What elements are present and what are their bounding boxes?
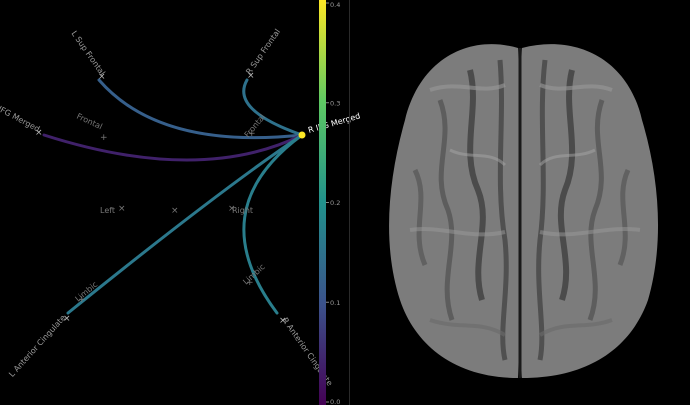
region-marker-0: + [100,133,108,143]
region-marker-4: + [78,295,86,305]
center-marker: × [171,206,179,216]
node-label-1: R Sup Frontal [244,27,282,76]
colorbar-tick-label-2: 0.2 [330,199,340,207]
seed-node-label: R IFG Merged [307,111,361,134]
connectogram-panel: Frontal+ Frontal+Left × Right×Limbic+Limbic… [0,27,361,387]
region-label-2: Left [100,206,115,215]
node-labels: × L Sup Frontal × R Sup Frontal × L IFG Merge… [0,27,334,387]
colorbar-ticks: 0.0 0.1 0.2 0.3 0.4 [326,1,340,405]
colorbar-tick-label-1: 0.1 [330,299,340,307]
node-label-0: L Sup Frontal [69,29,106,77]
node-label-2: L IFG Merged [0,101,41,134]
region-label-0: Frontal [75,112,104,132]
brain-top-view [389,44,659,378]
figure-canvas: Frontal+ Frontal+Left × Right×Limbic+Limbic… [0,0,659,405]
colorbar-strip [319,0,326,405]
region-marker-1: + [248,129,256,139]
node-label-3: L Anterior Cingulate [7,313,67,379]
connection-edge-0 [97,78,304,140]
region-marker-5: + [246,278,254,288]
colorbar-tick-label-3: 0.3 [330,99,340,107]
region-marker-3: × [228,204,236,214]
connection-edge-3 [66,133,304,315]
colorbar: 0.0 0.1 0.2 0.3 0.4 [319,0,340,405]
colorbar-tick-label-0: 0.0 [330,398,340,405]
node-label-4: R Anterior Cingulate [280,316,334,388]
colorbar-tick-label-4: 0.4 [330,1,340,9]
region-labels: Frontal+ Frontal+Left × Right×Limbic+Limbic… [74,112,268,305]
seed-node-marker [298,131,306,139]
region-marker-2: × [118,204,126,214]
